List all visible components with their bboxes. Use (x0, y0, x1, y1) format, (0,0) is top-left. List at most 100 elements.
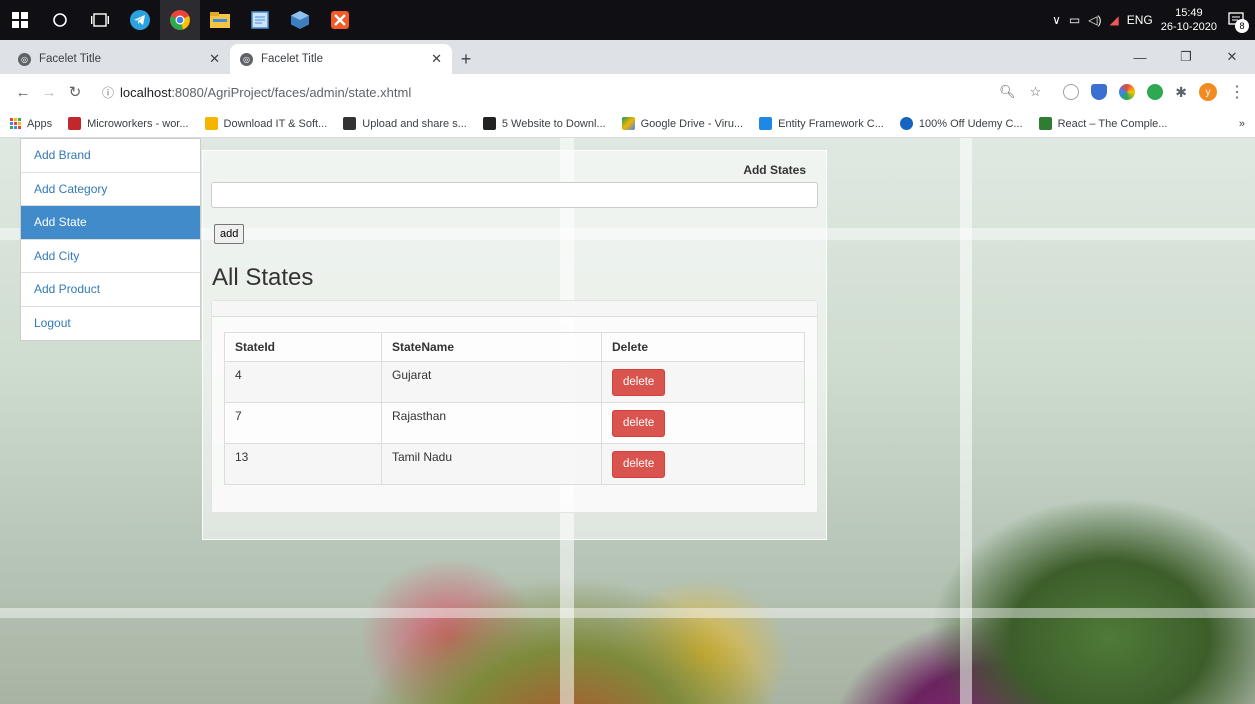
cell-state-id: 13 (224, 443, 382, 485)
clock-time: 15:49 (1175, 7, 1203, 19)
entity-framework-icon (759, 117, 773, 130)
cell-delete: delete (601, 361, 805, 403)
bookmark-upload-share[interactable]: Upload and share s... (343, 117, 467, 130)
bookmark-label: Upload and share s... (362, 117, 467, 130)
bookmark-label: Download IT & Soft... (223, 117, 328, 130)
clock-date: 26-10-2020 (1160, 21, 1217, 33)
notepad-icon[interactable] (240, 0, 280, 40)
bookmark-microworkers[interactable]: Microworkers - wor... (68, 117, 189, 130)
virtualbox-icon[interactable] (280, 0, 320, 40)
chrome-icon[interactable] (160, 0, 200, 40)
browser-tab-1[interactable]: ◎ Facelet Title ✕ (8, 44, 230, 74)
telegram-icon[interactable] (120, 0, 160, 40)
sidebar-item-add-product[interactable]: Add Product (21, 273, 200, 307)
reload-icon[interactable]: ↻ (62, 83, 88, 101)
globe-icon: ◎ (240, 52, 253, 66)
bookmark-google-drive[interactable]: Google Drive - Viru... (621, 117, 744, 130)
bookmark-label: Entity Framework C... (778, 117, 884, 130)
udemy-icon (899, 117, 913, 130)
profile-avatar[interactable]: y (1199, 83, 1217, 101)
apps-grid-icon (10, 118, 21, 129)
restore-icon[interactable]: ❐ (1163, 49, 1209, 65)
sidebar-item-add-city[interactable]: Add City (21, 240, 200, 273)
bookmark-star-icon[interactable]: ☆ (1030, 84, 1042, 100)
extensions-puzzle-icon[interactable]: ✱ (1175, 84, 1187, 101)
close-window-icon[interactable]: ✕ (1209, 49, 1255, 65)
states-table: StateId StateName Delete 4 Gujarat delet… (224, 332, 805, 485)
background-window-frame (960, 138, 972, 704)
delete-button[interactable]: delete (612, 369, 666, 396)
network-icon[interactable]: ◢ (1109, 13, 1118, 27)
bookmark-label: React – The Comple... (1057, 117, 1168, 130)
bookmark-apps[interactable]: Apps (10, 118, 52, 130)
sidebar-item-add-category[interactable]: Add Category (21, 173, 200, 206)
url-field[interactable]: ⓘ localhost:8080/AgriProject/faces/admin… (96, 78, 1047, 106)
task-view-icon[interactable] (80, 0, 120, 40)
chevron-up-icon[interactable]: ∨ (1052, 13, 1061, 27)
background-window-frame (0, 608, 1255, 618)
xampp-icon[interactable] (320, 0, 360, 40)
bookmark-label: 5 Website to Downl... (501, 117, 606, 130)
close-tab-icon[interactable]: ✕ (209, 51, 220, 67)
column-header-statename: StateName (381, 332, 602, 362)
states-table-panel: StateId StateName Delete 4 Gujarat delet… (211, 300, 818, 513)
bookmark-5-website[interactable]: 5 Website to Downl... (482, 117, 606, 130)
website-s-icon (482, 117, 496, 130)
table-row: 4 Gujarat delete (224, 361, 805, 403)
new-tab-button[interactable]: + (452, 44, 480, 74)
bookmark-download-it[interactable]: Download IT & Soft... (204, 117, 328, 130)
upload-share-icon (343, 117, 357, 130)
info-icon[interactable]: ⓘ (102, 84, 120, 101)
back-arrow-icon[interactable]: ← (10, 84, 36, 101)
notification-icon[interactable]: 8 (1225, 9, 1249, 33)
clock[interactable]: 15:49 26-10-2020 (1161, 6, 1217, 34)
language-indicator[interactable]: ENG (1127, 13, 1153, 27)
cell-delete: delete (601, 443, 805, 485)
delete-button[interactable]: delete (612, 410, 666, 437)
close-tab-icon[interactable]: ✕ (431, 51, 442, 67)
system-tray: ∨ ▭ ◁) ◢ ENG 15:49 26-10-2020 8 (1052, 0, 1255, 40)
minimize-icon[interactable]: — (1117, 50, 1163, 65)
browser-tab-2[interactable]: ◎ Facelet Title ✕ (230, 44, 452, 74)
menu-kebab-icon[interactable]: ⋮ (1229, 82, 1245, 102)
sidebar-item-logout[interactable]: Logout (21, 307, 200, 341)
address-bar: ← → ↻ ⓘ localhost:8080/AgriProject/faces… (0, 74, 1255, 110)
sidebar-item-add-brand[interactable]: Add Brand (21, 139, 200, 173)
url-host: localhost (120, 84, 172, 100)
column-header-delete: Delete (601, 332, 805, 362)
react-course-icon (1038, 117, 1052, 130)
windows-start-icon[interactable] (0, 0, 40, 40)
extension-colorful-icon[interactable] (1119, 84, 1136, 100)
globe-icon: ◎ (18, 52, 31, 66)
bookmark-entity-framework[interactable]: Entity Framework C... (759, 117, 884, 130)
form-title: Add States (743, 163, 806, 177)
bookmark-react[interactable]: React – The Comple... (1038, 117, 1168, 130)
file-explorer-icon[interactable] (200, 0, 240, 40)
add-state-button[interactable]: add (214, 224, 245, 244)
window-controls: — ❐ ✕ (1117, 40, 1255, 74)
state-name-input[interactable] (211, 182, 818, 208)
extension-shield-icon[interactable] (1091, 84, 1108, 100)
battery-icon[interactable]: ▭ (1069, 13, 1080, 27)
forward-arrow-icon[interactable]: → (36, 84, 62, 101)
google-drive-icon (621, 117, 635, 130)
sidebar-item-add-state[interactable]: Add State (21, 206, 200, 240)
bookmark-label: Google Drive - Viru... (640, 117, 744, 130)
table-row: 7 Rajasthan delete (224, 402, 805, 444)
extension-green-icon[interactable] (1147, 84, 1164, 100)
table-header-row: StateId StateName Delete (224, 332, 805, 362)
bookmarks-more-icon[interactable]: » (1239, 118, 1255, 130)
admin-sidebar: Add Brand Add Category Add State Add Cit… (20, 138, 201, 341)
delete-button[interactable]: delete (612, 451, 666, 478)
state-form-panel: Add States add All States StateId StateN… (202, 150, 827, 540)
cell-state-name: Tamil Nadu (381, 443, 602, 485)
notification-count: 8 (1235, 19, 1249, 33)
zoom-icon[interactable]: 🔍︎ (999, 84, 1016, 100)
cell-state-name: Rajasthan (381, 402, 602, 444)
extension-link-icon[interactable] (1063, 84, 1080, 100)
browser-tabstrip: ◎ Facelet Title ✕ ◎ Facelet Title ✕ + — … (0, 40, 1255, 74)
bookmark-udemy[interactable]: 100% Off Udemy C... (899, 117, 1023, 130)
bookmarks-bar: Apps Microworkers - wor... Download IT &… (0, 110, 1255, 138)
search-circle-icon[interactable] (40, 0, 80, 40)
volume-icon[interactable]: ◁) (1088, 13, 1101, 27)
